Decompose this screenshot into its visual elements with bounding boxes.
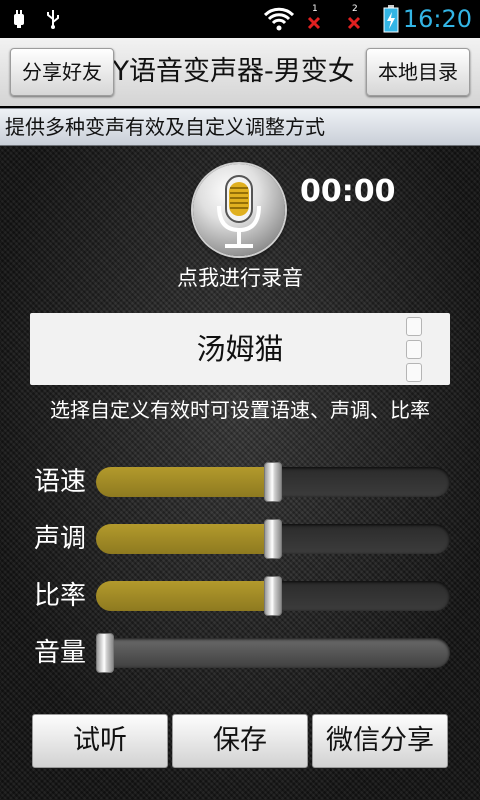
no-signal-sim2-icon — [344, 0, 364, 38]
status-bar: 1 2 16:20 — [0, 0, 480, 38]
pitch-slider-row: 声调 — [0, 517, 480, 561]
status-time: 16:20 — [402, 5, 472, 33]
option-checkbox[interactable] — [406, 340, 422, 359]
rate-slider-fill — [96, 581, 273, 611]
microphone-icon — [217, 175, 261, 248]
save-button[interactable]: 保存 — [172, 714, 308, 768]
speed-slider-fill — [96, 467, 273, 497]
speed-label: 语速 — [34, 467, 87, 497]
rate-slider-row: 比率 — [0, 574, 480, 618]
voice-selector[interactable]: 汤姆猫 — [30, 313, 450, 385]
wechat-share-button[interactable]: 微信分享 — [312, 714, 448, 768]
volume-slider-thumb[interactable] — [96, 633, 114, 673]
pitch-slider[interactable] — [96, 519, 450, 559]
share-friends-button[interactable]: 分享好友 — [10, 48, 114, 96]
wifi-icon — [262, 0, 296, 38]
selected-voice: 汤姆猫 — [196, 332, 284, 366]
custom-hint: 选择自定义有效时可设置语速、声调、比率 — [50, 398, 430, 422]
volume-slider-row: 音量 — [0, 631, 480, 675]
pitch-label: 声调 — [34, 524, 87, 554]
no-signal-sim1-icon — [304, 0, 324, 38]
local-directory-button[interactable]: 本地目录 — [366, 48, 470, 96]
usb-icon — [42, 0, 64, 38]
app-title: YY语音变声器-男变女 — [96, 56, 355, 87]
speed-slider-row: 语速 — [0, 460, 480, 504]
record-button[interactable] — [193, 164, 285, 256]
option-checkbox[interactable] — [406, 317, 422, 336]
rate-slider[interactable] — [96, 576, 450, 616]
speed-slider-thumb[interactable] — [264, 462, 282, 502]
option-checkbox[interactable] — [406, 363, 422, 382]
rate-label: 比率 — [34, 581, 87, 611]
volume-label: 音量 — [34, 638, 87, 668]
record-timer: 00:00 — [300, 174, 396, 209]
title-bar: YY语音变声器-男变女 分享好友 本地目录 — [0, 38, 480, 106]
pitch-slider-fill — [96, 524, 273, 554]
pitch-slider-thumb[interactable] — [264, 519, 282, 559]
listen-button[interactable]: 试听 — [32, 714, 168, 768]
speed-slider[interactable] — [96, 462, 450, 502]
usb-debug-icon — [8, 0, 30, 38]
record-label: 点我进行录音 — [177, 266, 303, 290]
main-panel: 00:00 点我进行录音 汤姆猫 选择自定义有效时可设置语速、声调、比率 语速 … — [0, 146, 480, 800]
battery-charging-icon — [380, 0, 402, 38]
rate-slider-thumb[interactable] — [264, 576, 282, 616]
subtitle-banner: 提供多种变声有效及自定义调整方式 — [0, 108, 480, 146]
app-screen: 1 2 16:20 YY语音变声器-男变女 分享好友 本地目录 提供多种变声有效… — [0, 0, 480, 800]
volume-slider[interactable] — [96, 633, 450, 673]
